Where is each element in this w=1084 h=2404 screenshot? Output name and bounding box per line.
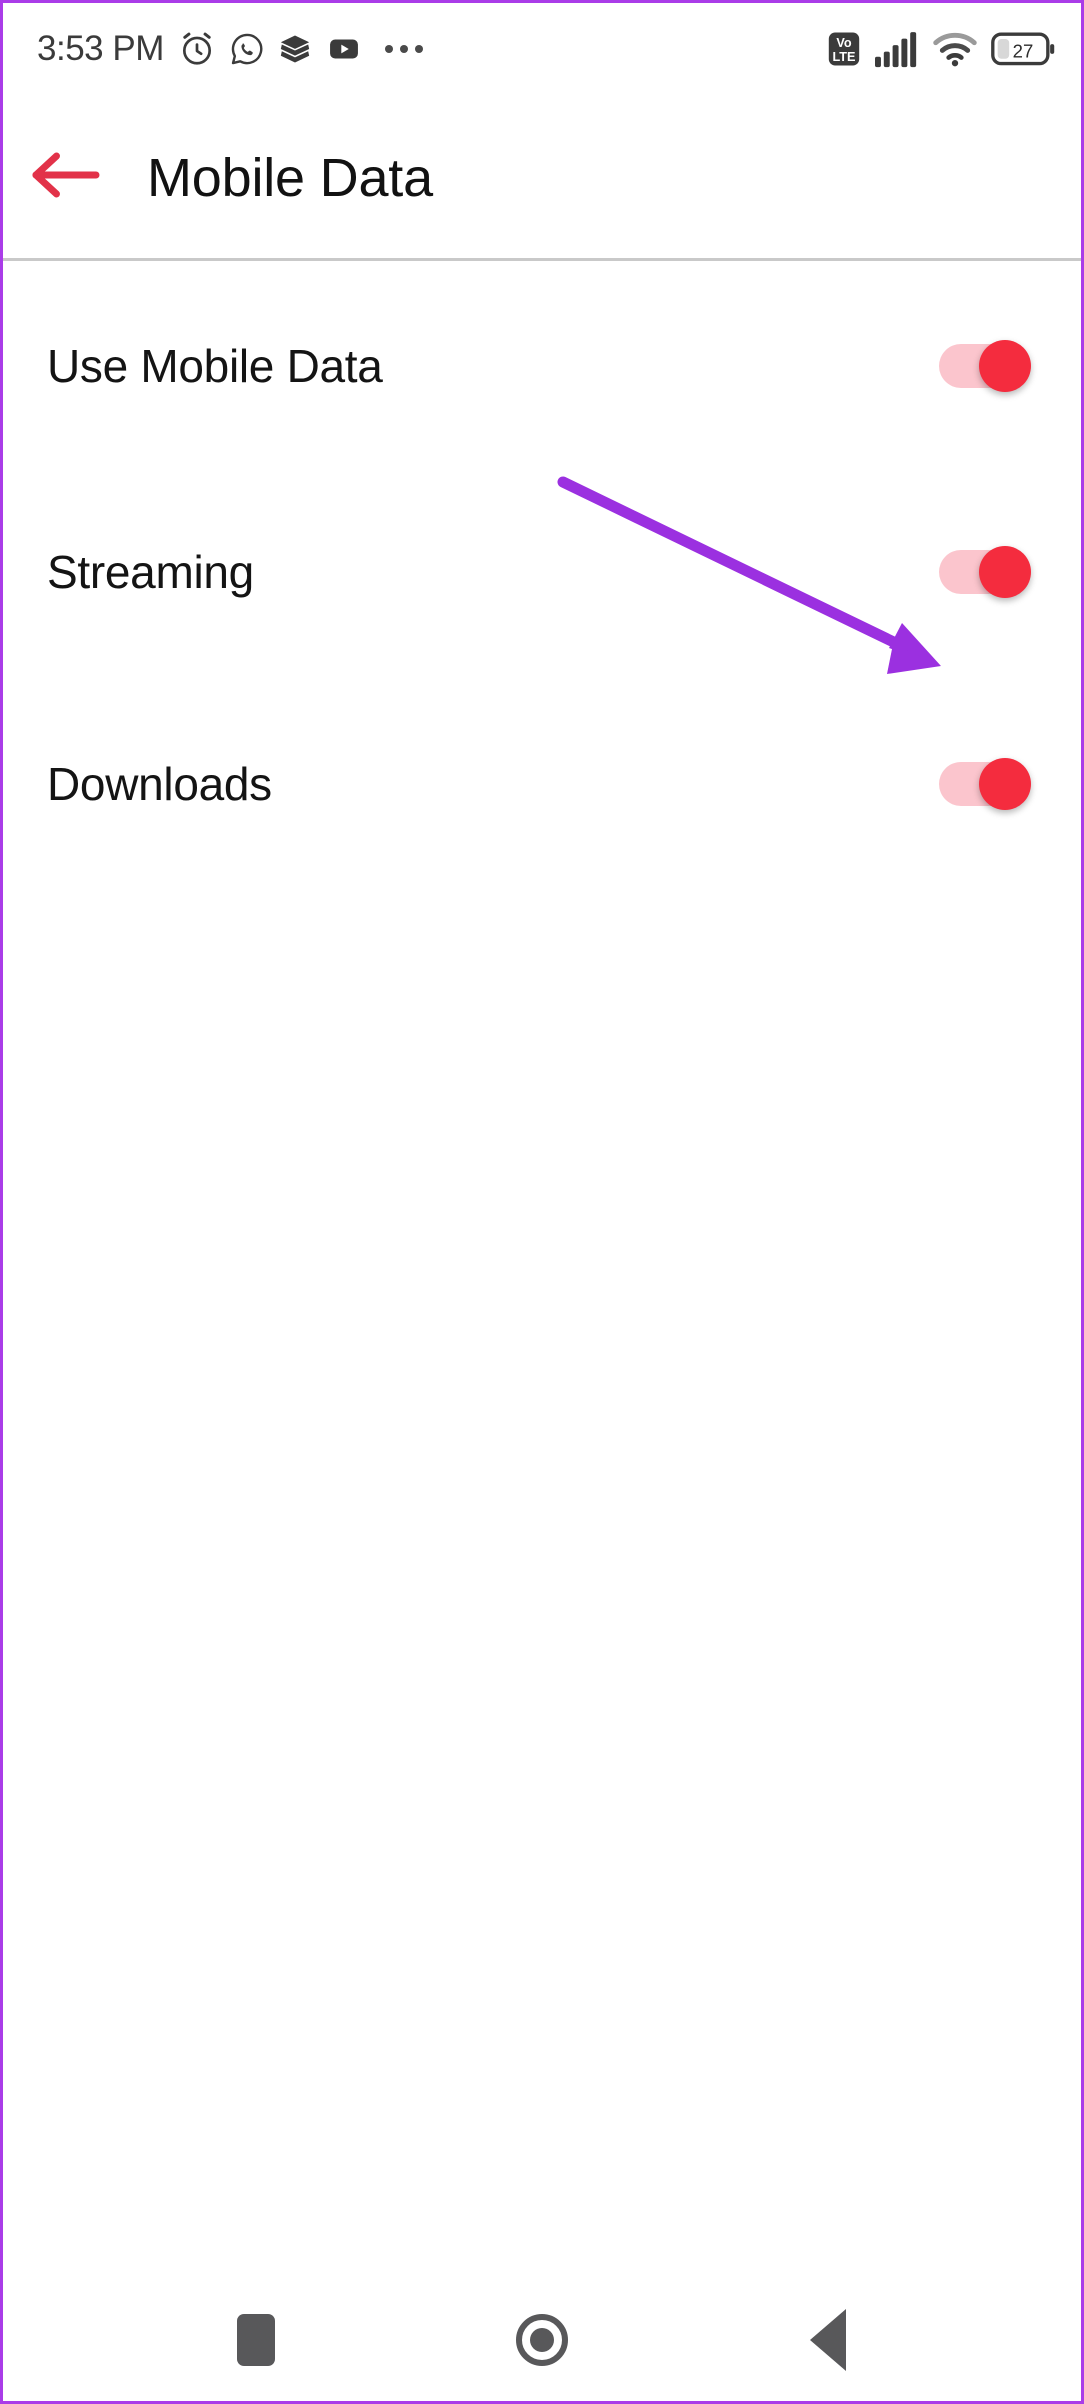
setting-label: Use Mobile Data bbox=[47, 340, 383, 392]
back-arrow-icon bbox=[28, 144, 102, 211]
setting-label: Downloads bbox=[47, 758, 272, 810]
toggle-streaming[interactable] bbox=[939, 546, 1031, 598]
settings-list: Use Mobile Data Streaming Downloads bbox=[3, 261, 1081, 837]
phone-screen: 3:53 PM Vo LTE 27 Mobile Data Use Mobile… bbox=[0, 0, 1084, 2404]
toggle-use-mobile-data[interactable] bbox=[939, 340, 1031, 392]
toggle-downloads[interactable] bbox=[939, 758, 1031, 810]
cellular-signal-icon bbox=[875, 30, 919, 68]
setting-row-streaming[interactable]: Streaming bbox=[3, 519, 1081, 625]
toggle-knob bbox=[979, 758, 1031, 810]
whatsapp-icon bbox=[229, 31, 265, 67]
home-circle-icon bbox=[516, 2314, 568, 2366]
youtube-icon bbox=[325, 30, 363, 68]
svg-text:LTE: LTE bbox=[833, 50, 856, 64]
status-bar-left: 3:53 PM bbox=[37, 29, 423, 69]
setting-row-use-mobile-data[interactable]: Use Mobile Data bbox=[3, 313, 1081, 419]
more-notifications-icon bbox=[384, 45, 423, 53]
volte-icon: Vo LTE bbox=[827, 30, 861, 68]
battery-icon: 27 bbox=[991, 31, 1055, 67]
setting-row-downloads[interactable]: Downloads bbox=[3, 731, 1081, 837]
toggle-knob bbox=[979, 546, 1031, 598]
back-triangle-icon bbox=[810, 2309, 846, 2371]
navigation-bar bbox=[3, 2279, 1081, 2401]
status-clock: 3:53 PM bbox=[37, 29, 164, 68]
back-button[interactable] bbox=[11, 144, 119, 211]
layers-stack-icon bbox=[278, 32, 312, 66]
status-bar: 3:53 PM Vo LTE 27 bbox=[3, 3, 1081, 95]
wifi-icon bbox=[933, 30, 977, 68]
toggle-knob bbox=[979, 340, 1031, 392]
page-title: Mobile Data bbox=[147, 147, 433, 208]
home-button[interactable] bbox=[482, 2300, 602, 2380]
svg-text:Vo: Vo bbox=[836, 36, 852, 50]
battery-level-text: 27 bbox=[1013, 40, 1034, 61]
recents-button[interactable] bbox=[196, 2300, 316, 2380]
alarm-clock-icon bbox=[178, 30, 216, 68]
status-bar-right: Vo LTE 27 bbox=[827, 30, 1055, 68]
app-bar: Mobile Data bbox=[3, 95, 1081, 260]
back-nav-button[interactable] bbox=[768, 2300, 888, 2380]
recents-square-icon bbox=[237, 2314, 275, 2366]
setting-label: Streaming bbox=[47, 546, 254, 598]
